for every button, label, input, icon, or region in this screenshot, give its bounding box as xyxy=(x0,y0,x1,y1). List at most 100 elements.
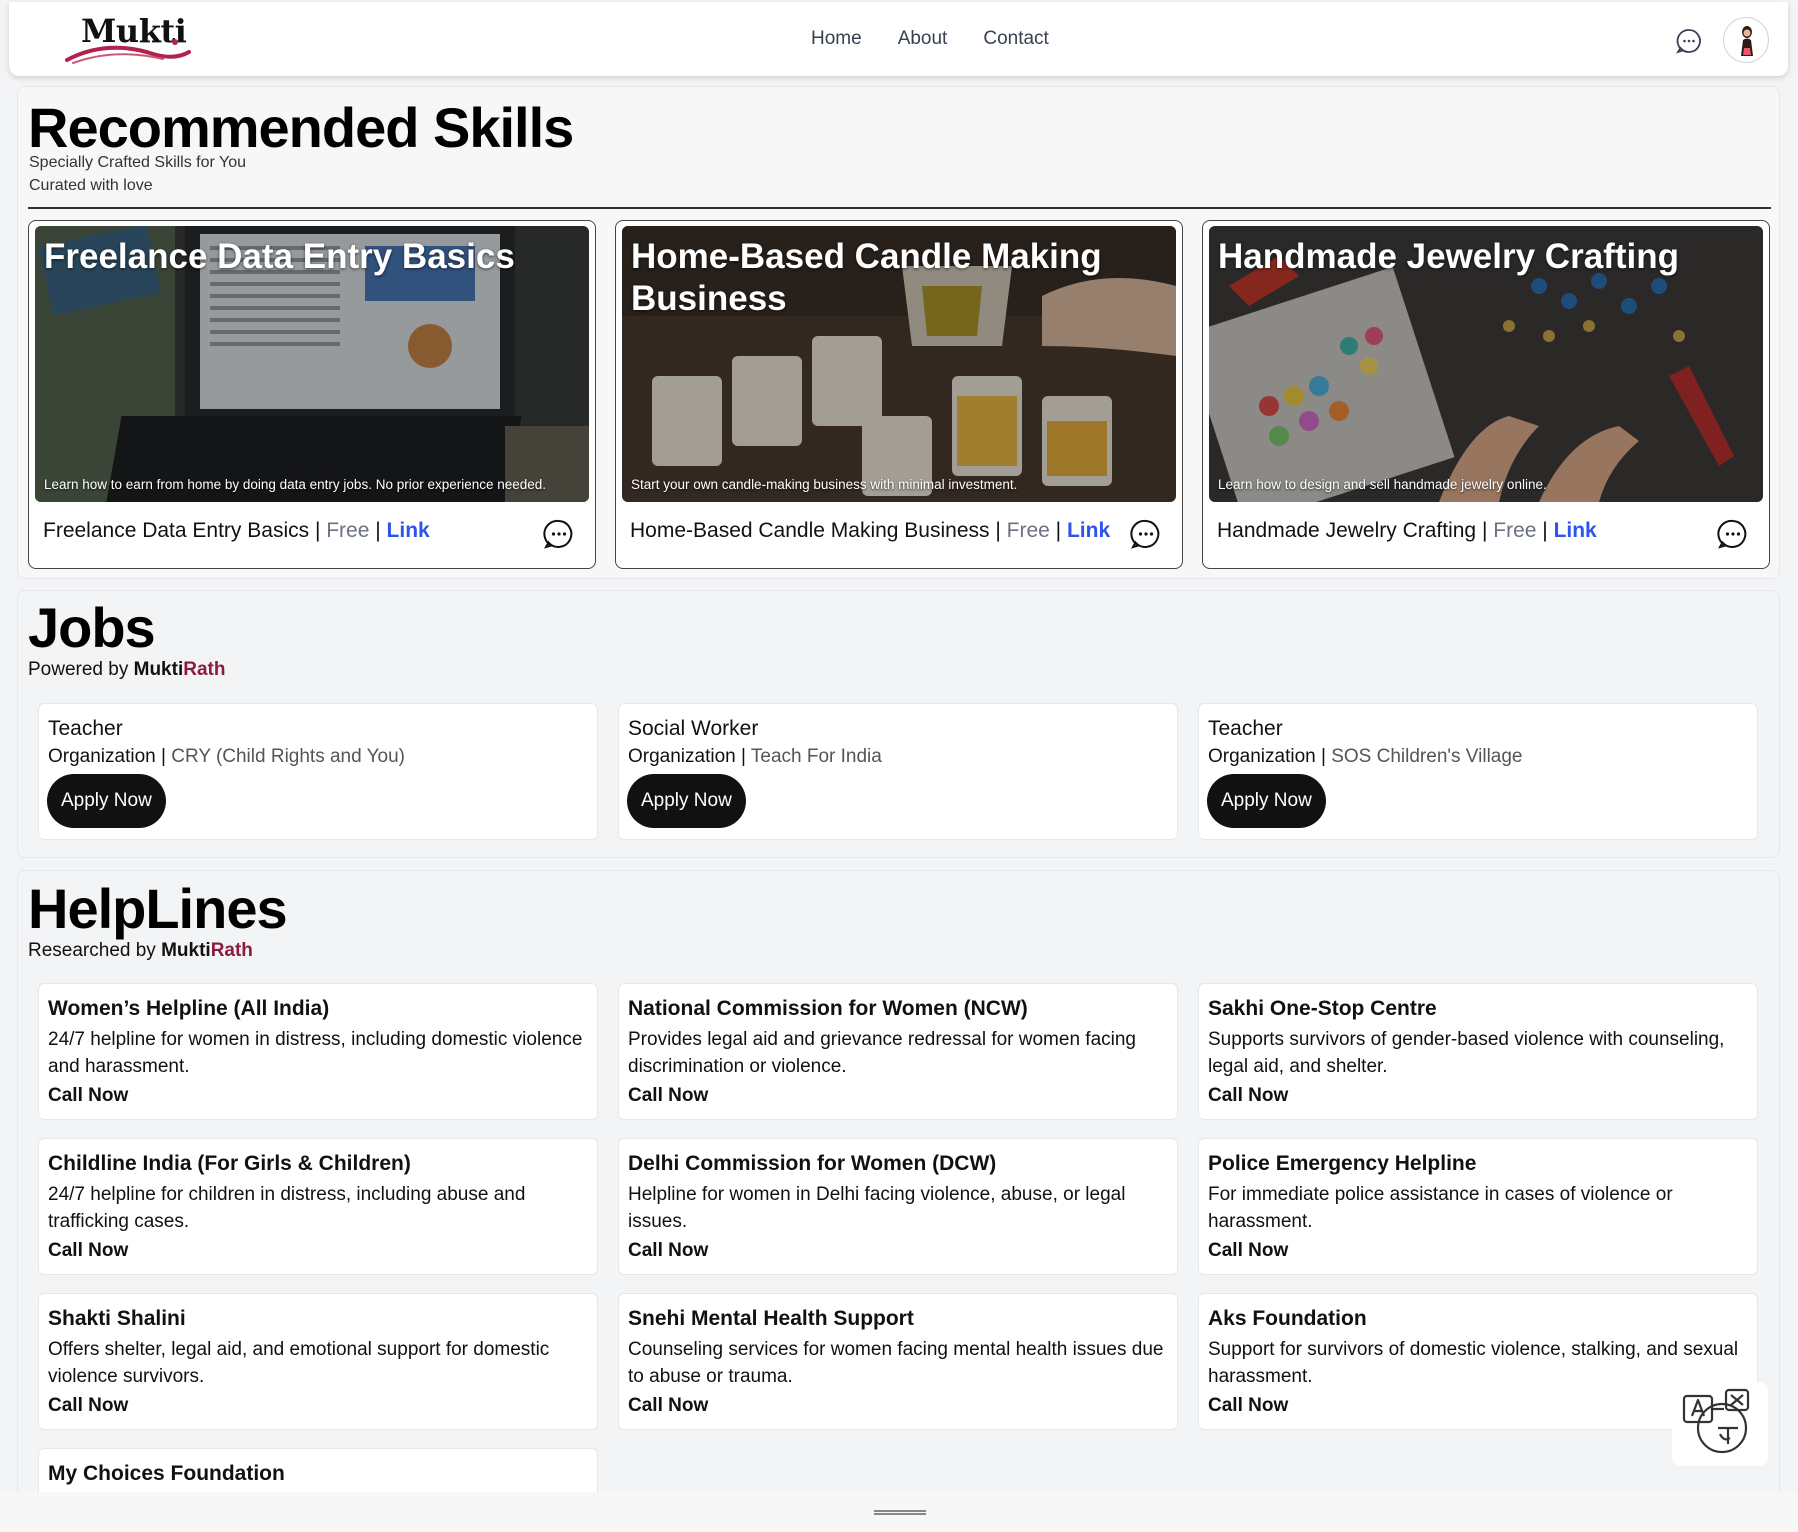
job-card: Social Worker Organization | Teach For I… xyxy=(618,703,1178,840)
chat-bubble-icon[interactable] xyxy=(1130,518,1162,550)
skill-image-candles: Home-Based Candle Making Business Start … xyxy=(622,226,1176,502)
skills-heading: Recommended Skills xyxy=(28,96,574,159)
chat-bubble-icon[interactable] xyxy=(1676,28,1702,54)
helpline-title: Women’s Helpline (All India) xyxy=(48,997,330,1020)
helpline-title: Aks Foundation xyxy=(1208,1307,1367,1330)
separator: | xyxy=(989,519,1007,542)
helplines-section: HelpLines Researched by MuktiRath Women’… xyxy=(17,870,1780,1532)
separator: | xyxy=(369,519,387,542)
skill-name: Freelance Data Entry Basics xyxy=(43,519,310,542)
translate-button[interactable] xyxy=(1672,1382,1768,1466)
skill-card: Freelance Data Entry Basics Learn how to… xyxy=(28,220,596,569)
helpline-card: Police Emergency Helpline For immediate … xyxy=(1198,1138,1758,1275)
org-label: Organization | xyxy=(628,746,751,767)
jobs-heading: Jobs xyxy=(28,596,156,659)
org-name: CRY (Child Rights and You) xyxy=(171,746,406,767)
helpline-title: Police Emergency Helpline xyxy=(1208,1152,1477,1175)
job-title: Teacher xyxy=(48,717,123,740)
apply-now-button[interactable]: Apply Now xyxy=(627,774,746,828)
call-now-link[interactable]: Call Now xyxy=(628,1395,708,1417)
skills-divider xyxy=(28,207,1771,209)
recommended-skills-section: Recommended Skills Specially Crafted Ski… xyxy=(17,86,1780,579)
nav-links: Home About Contact xyxy=(811,28,1049,50)
separator: | xyxy=(1049,519,1067,542)
call-now-link[interactable]: Call Now xyxy=(1208,1085,1288,1107)
skill-price: Free xyxy=(1493,519,1537,542)
helpline-card: National Commission for Women (NCW) Prov… xyxy=(618,983,1178,1120)
nav-home-link[interactable]: Home xyxy=(811,28,862,50)
call-now-link[interactable]: Call Now xyxy=(48,1395,128,1417)
nav-contact-link[interactable]: Contact xyxy=(983,28,1048,50)
brand-mukti: Mukti xyxy=(133,659,184,680)
powered-by-label: Powered by xyxy=(28,659,129,680)
helpline-card: Shakti Shalini Offers shelter, legal aid… xyxy=(38,1293,598,1430)
skill-footer: Freelance Data Entry Basics | Free | Lin… xyxy=(43,519,430,543)
helpline-description: Counseling services for women facing men… xyxy=(628,1339,1164,1387)
org-label: Organization | xyxy=(1208,746,1332,767)
helpline-title: Shakti Shalini xyxy=(48,1307,186,1330)
helpline-card: Women’s Helpline (All India) 24/7 helpli… xyxy=(38,983,598,1120)
helpline-description: Helpline for women in Delhi facing viole… xyxy=(628,1184,1126,1232)
org-label: Organization | xyxy=(48,746,172,767)
separator: | xyxy=(309,519,327,542)
separator: | xyxy=(1476,519,1494,542)
researched-by-label: Researched by xyxy=(28,940,156,961)
brand-rath: Rath xyxy=(210,940,253,961)
helpline-card: Snehi Mental Health Support Counseling s… xyxy=(618,1293,1178,1430)
helpline-description: Supports survivors of gender-based viole… xyxy=(1208,1029,1725,1077)
apply-now-button[interactable]: Apply Now xyxy=(47,774,166,828)
helpline-title: Delhi Commission for Women (DCW) xyxy=(628,1152,997,1175)
avatar-figure-icon xyxy=(1741,26,1753,56)
skill-title-overlay: Freelance Data Entry Basics xyxy=(44,237,515,276)
skills-tagline: Curated with love xyxy=(29,177,153,194)
helpline-card: Delhi Commission for Women (DCW) Helplin… xyxy=(618,1138,1178,1275)
jobs-section: Jobs Powered by MuktiRath Teacher Organi… xyxy=(17,590,1780,858)
helpline-card: Sakhi One-Stop Centre Supports survivors… xyxy=(1198,983,1758,1120)
navbar: Mukti Home About Contact xyxy=(9,2,1788,76)
helpline-title: Sakhi One-Stop Centre xyxy=(1208,997,1437,1020)
apply-now-button[interactable]: Apply Now xyxy=(1207,774,1326,828)
helplines-heading: HelpLines xyxy=(28,877,288,940)
call-now-link[interactable]: Call Now xyxy=(1208,1395,1288,1417)
job-organization: Organization | CRY (Child Rights and You… xyxy=(48,746,405,768)
job-organization: Organization | SOS Children's Village xyxy=(1208,746,1523,768)
nav-about-link[interactable]: About xyxy=(898,28,948,50)
skills-subtitle: Specially Crafted Skills for You xyxy=(29,154,246,171)
drag-handle[interactable] xyxy=(874,1510,926,1515)
skill-image-jewelry: Handmade Jewelry Crafting Learn how to d… xyxy=(1209,226,1763,502)
skill-link[interactable]: Link xyxy=(1554,519,1597,542)
helpline-title: National Commission for Women (NCW) xyxy=(628,997,1028,1020)
job-title: Teacher xyxy=(1208,717,1283,740)
skill-name: Handmade Jewelry Crafting xyxy=(1217,519,1477,542)
chat-bubble-icon[interactable] xyxy=(543,518,575,550)
job-organization: Organization | Teach For India xyxy=(628,746,882,768)
user-avatar[interactable] xyxy=(1723,17,1769,63)
call-now-link[interactable]: Call Now xyxy=(48,1240,128,1262)
logo-swoosh-icon xyxy=(65,39,191,64)
helpline-description: Provides legal aid and grievance redress… xyxy=(628,1029,1136,1077)
call-now-link[interactable]: Call Now xyxy=(628,1240,708,1262)
brand-rath: Rath xyxy=(183,659,226,680)
helplines-researched-by: Researched by MuktiRath xyxy=(28,940,253,962)
helpline-card: Childline India (For Girls & Children) 2… xyxy=(38,1138,598,1275)
skill-link[interactable]: Link xyxy=(1067,519,1110,542)
translate-icon xyxy=(1682,1388,1750,1454)
call-now-link[interactable]: Call Now xyxy=(48,1085,128,1107)
brand-mukti: Mukti xyxy=(161,940,211,961)
chat-bubble-icon[interactable] xyxy=(1717,518,1749,550)
call-now-link[interactable]: Call Now xyxy=(1208,1240,1288,1262)
skill-description: Learn how to design and sell handmade je… xyxy=(1218,477,1547,492)
separator: | xyxy=(1536,519,1554,542)
call-now-link[interactable]: Call Now xyxy=(628,1085,708,1107)
skill-name: Home-Based Candle Making Business xyxy=(630,519,990,542)
skill-link[interactable]: Link xyxy=(387,519,430,542)
job-card: Teacher Organization | CRY (Child Rights… xyxy=(38,703,598,840)
skill-footer: Home-Based Candle Making Business | Free… xyxy=(630,519,1110,543)
helpline-title: My Choices Foundation xyxy=(48,1462,285,1485)
helpline-title: Childline India (For Girls & Children) xyxy=(48,1152,411,1175)
helpline-description: 24/7 helpline for women in distress, inc… xyxy=(48,1029,583,1077)
mukti-logo[interactable]: Mukti xyxy=(63,12,193,64)
skill-price: Free xyxy=(1006,519,1050,542)
jobs-powered-by: Powered by MuktiRath xyxy=(28,659,225,681)
skill-description: Learn how to earn from home by doing dat… xyxy=(44,477,547,492)
